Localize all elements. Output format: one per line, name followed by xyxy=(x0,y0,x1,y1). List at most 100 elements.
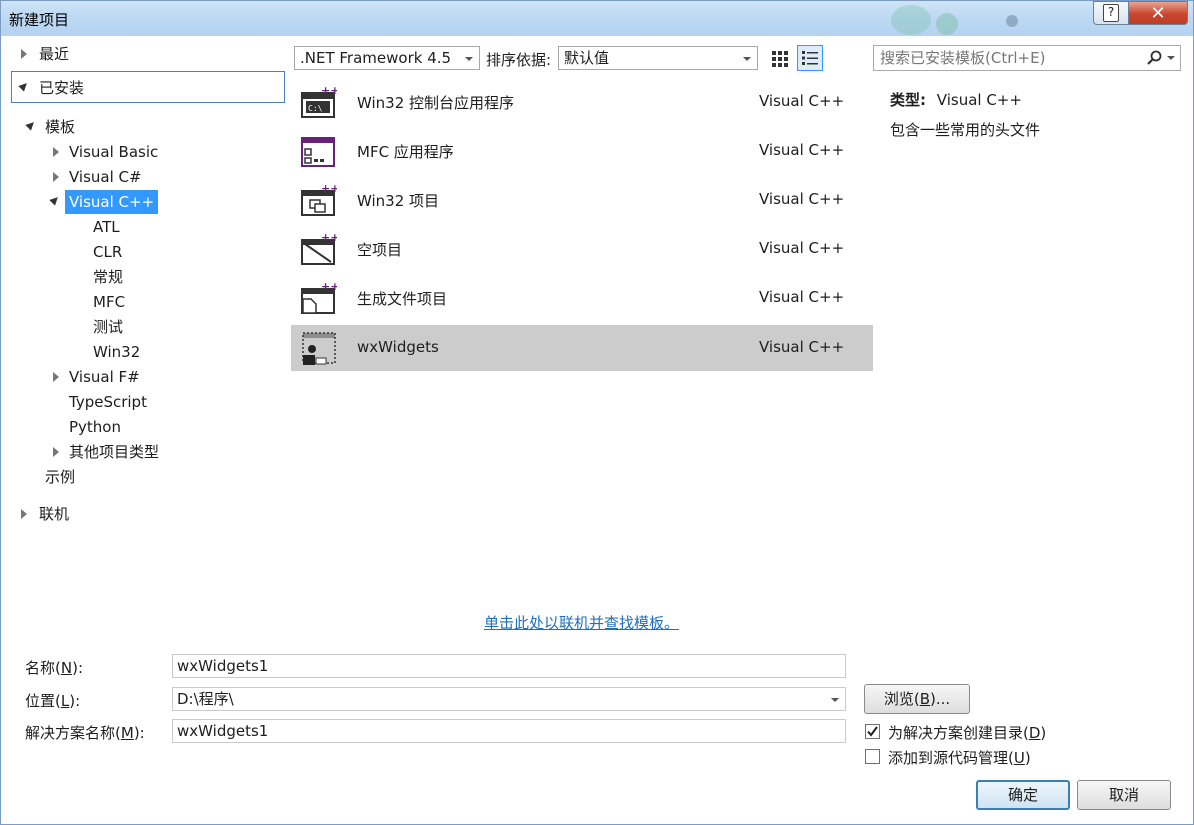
titlebar-decoration xyxy=(1006,15,1018,27)
svg-text:++: ++ xyxy=(321,281,337,293)
framework-value: .NET Framework 4.5 xyxy=(300,49,452,67)
source-control-label[interactable]: 添加到源代码管理(U) xyxy=(888,747,1031,768)
template-language: Visual C++ xyxy=(759,92,845,110)
name-field[interactable]: wxWidgets1 xyxy=(172,654,846,678)
list-view-icon xyxy=(802,51,818,65)
expand-arrow-icon[interactable] xyxy=(53,172,59,182)
tree-item-label: 模板 xyxy=(45,118,76,136)
create-directory-checkbox[interactable] xyxy=(865,724,880,739)
title-bar: 新建项目 ? ✕ xyxy=(1,1,1193,36)
makefile-project-icon: ++ xyxy=(301,281,337,314)
tree-item-label: 已安装 xyxy=(39,79,85,97)
ok-button[interactable]: 确定 xyxy=(976,780,1070,810)
expand-arrow-icon[interactable] xyxy=(53,147,59,157)
template-name: 生成文件项目 xyxy=(357,290,448,308)
close-button[interactable]: ✕ xyxy=(1128,1,1188,25)
tree-item-label: Win32 xyxy=(93,343,141,361)
template-row-makefile-project[interactable]: ++ 生成文件项目 Visual C++ xyxy=(291,275,873,321)
template-row-win32-project[interactable]: ++ Win32 项目 Visual C++ xyxy=(291,177,873,223)
tree-item-label: 最近 xyxy=(39,45,70,63)
search-options-arrow-icon[interactable] xyxy=(1167,56,1175,60)
close-icon: ✕ xyxy=(1150,2,1166,24)
template-language: Visual C++ xyxy=(759,190,845,208)
tree-item-label: ATL xyxy=(93,218,120,236)
template-name: wxWidgets xyxy=(357,338,439,356)
name-label: 名称(N): xyxy=(25,659,83,677)
help-button[interactable]: ? xyxy=(1093,1,1129,25)
expand-arrow-icon[interactable] xyxy=(21,49,27,59)
collapse-arrow-icon[interactable] xyxy=(25,119,37,131)
svg-text:C:\: C:\ xyxy=(308,104,323,113)
tree-item-label: 测试 xyxy=(93,318,124,336)
expand-arrow-icon[interactable] xyxy=(53,447,59,457)
sort-value: 默认值 xyxy=(564,49,610,67)
empty-project-icon: ++ xyxy=(301,232,337,265)
tree-item-label: TypeScript xyxy=(69,393,147,411)
svg-text:++: ++ xyxy=(321,85,337,97)
name-field-value: wxWidgets1 xyxy=(177,657,269,675)
collapse-arrow-icon[interactable] xyxy=(49,194,61,206)
tree-item-label: MFC xyxy=(93,293,126,311)
expand-arrow-icon[interactable] xyxy=(53,372,59,382)
dropdown-arrow-icon[interactable] xyxy=(831,698,839,702)
win32-project-icon: ++ xyxy=(301,183,337,216)
medium-icons-view-button[interactable] xyxy=(797,45,823,71)
template-name: 空项目 xyxy=(357,241,403,259)
search-input[interactable]: 搜索已安装模板(Ctrl+E) xyxy=(873,45,1181,71)
console-app-icon: C:\ ++ xyxy=(301,85,337,118)
template-name: MFC 应用程序 xyxy=(357,143,454,161)
svg-text:++: ++ xyxy=(321,232,337,244)
source-control-checkbox[interactable] xyxy=(865,749,880,764)
sort-dropdown[interactable]: 默认值 xyxy=(558,46,758,70)
small-icons-view-button[interactable] xyxy=(767,45,793,71)
location-combo[interactable]: D:\程序\ xyxy=(172,687,846,711)
browse-button[interactable]: 浏览(B)... xyxy=(864,684,970,714)
create-directory-label[interactable]: 为解决方案创建目录(D) xyxy=(888,722,1046,743)
search-icon[interactable] xyxy=(1146,50,1162,66)
titlebar-decoration xyxy=(936,13,958,35)
solution-name-label: 解决方案名称(M): xyxy=(25,724,145,742)
tree-item-label: 其他项目类型 xyxy=(69,443,160,461)
wxwidgets-icon xyxy=(302,332,336,365)
location-value: D:\程序\ xyxy=(177,690,234,708)
solution-name-field[interactable]: wxWidgets1 xyxy=(172,719,846,743)
template-language: Visual C++ xyxy=(759,239,845,257)
grid-view-icon xyxy=(772,51,788,67)
tree-item-label-selected: Visual C++ xyxy=(65,190,159,214)
tree-item-label: 常规 xyxy=(93,268,124,286)
cancel-button[interactable]: 取消 xyxy=(1077,780,1171,810)
checkmark-icon xyxy=(867,726,878,737)
framework-dropdown[interactable]: .NET Framework 4.5 xyxy=(294,46,480,70)
expand-arrow-icon[interactable] xyxy=(21,509,27,519)
titlebar-decoration xyxy=(891,5,931,35)
tree-item-label: 联机 xyxy=(39,505,70,523)
mfc-app-icon xyxy=(301,137,335,167)
dropdown-arrow-icon xyxy=(743,57,751,61)
sort-label: 排序依据: xyxy=(486,51,552,69)
details-type-value: Visual C++ xyxy=(936,91,1022,109)
tree-item-label: 示例 xyxy=(45,468,76,486)
help-icon: ? xyxy=(1103,4,1119,22)
details-type-label: 类型: xyxy=(890,91,926,109)
template-name: Win32 控制台应用程序 xyxy=(357,94,515,112)
dropdown-arrow-icon xyxy=(465,57,473,61)
template-language: Visual C++ xyxy=(759,288,845,306)
template-language: Visual C++ xyxy=(759,141,845,159)
tree-item-label: Visual F# xyxy=(69,368,140,386)
tree-item-label: Visual C# xyxy=(69,168,142,186)
tree-item-label: Python xyxy=(69,418,121,436)
svg-text:++: ++ xyxy=(321,183,337,195)
details-type-row: 类型: Visual C++ xyxy=(890,89,1022,110)
solution-name-value: wxWidgets1 xyxy=(177,722,269,740)
tree-item-label: CLR xyxy=(93,243,123,261)
template-language: Visual C++ xyxy=(759,338,845,356)
template-row-win32-console[interactable]: C:\ ++ Win32 控制台应用程序 Visual C++ xyxy=(291,79,873,125)
details-description: 包含一些常用的头文件 xyxy=(890,121,1041,139)
find-templates-online-link[interactable]: 单击此处以联机并查找模板。 xyxy=(484,612,679,633)
template-row-wxwidgets[interactable]: wxWidgets Visual C++ xyxy=(291,325,873,371)
template-row-empty-project[interactable]: ++ 空项目 Visual C++ xyxy=(291,226,873,272)
template-row-mfc-app[interactable]: MFC 应用程序 Visual C++ xyxy=(291,128,873,174)
window-title: 新建项目 xyxy=(9,11,70,29)
tree-item-label: Visual Basic xyxy=(69,143,159,161)
new-project-dialog: 新建项目 ? ✕ 最近 已安装 模板 Visual Basic Visual C… xyxy=(0,0,1194,825)
